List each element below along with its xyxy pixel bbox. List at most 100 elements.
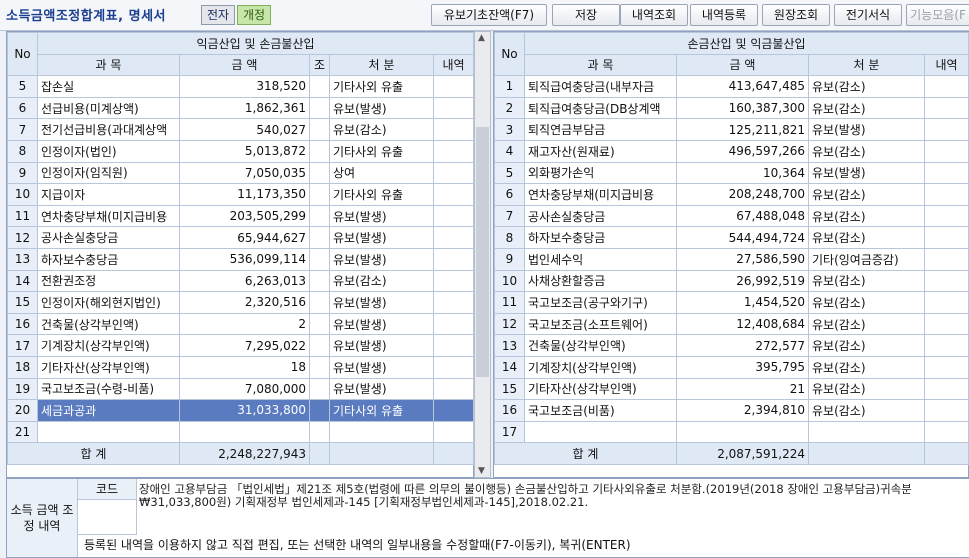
- revised-chip[interactable]: 개정: [237, 5, 272, 25]
- row-number[interactable]: 15: [7, 291, 38, 314]
- row-subject[interactable]: 연차충당부채(미지급비용: [37, 204, 180, 228]
- row-number[interactable]: 17: [7, 334, 38, 357]
- code-field[interactable]: [78, 500, 137, 535]
- row-number[interactable]: 11: [7, 204, 38, 228]
- row-subject[interactable]: 인정이자(임직원): [37, 161, 180, 185]
- row-subject[interactable]: 국고보조금(비품): [524, 399, 677, 422]
- row-subject[interactable]: 재고자산(원재료): [524, 139, 677, 163]
- row-amount[interactable]: 536,099,114: [179, 247, 310, 271]
- row-disposal[interactable]: 유보(발생): [329, 96, 434, 120]
- table-row[interactable]: 10 지급이자 11,173,350 기타사외 유출: [7, 183, 475, 206]
- row-number[interactable]: 2: [494, 96, 525, 120]
- table-row[interactable]: 7 공사손실충당금 67,488,048 유보(감소): [494, 204, 969, 228]
- row-disposal[interactable]: [329, 420, 434, 444]
- row-number[interactable]: 14: [7, 269, 38, 293]
- row-number[interactable]: 5: [494, 161, 525, 185]
- table-row[interactable]: 1 퇴직급여충당금(내부자금 413,647,485 유보(감소): [494, 75, 969, 98]
- row-number[interactable]: 10: [7, 183, 38, 206]
- row-disposal[interactable]: 상여: [329, 161, 434, 185]
- row-amount[interactable]: 1,862,361: [179, 96, 310, 120]
- table-row[interactable]: 11 연차충당부채(미지급비용 203,505,299 유보(발생): [7, 204, 475, 228]
- row-number[interactable]: 6: [494, 183, 525, 206]
- row-amount[interactable]: 540,027: [179, 118, 310, 141]
- row-subject[interactable]: 인정이자(법인): [37, 139, 180, 163]
- row-number[interactable]: 16: [494, 399, 525, 422]
- row-disposal[interactable]: [808, 420, 925, 444]
- detail-view-button[interactable]: 내역조회: [620, 4, 688, 26]
- row-number[interactable]: 17: [494, 420, 525, 444]
- row-subject[interactable]: 기계장치(상각부인액): [524, 355, 677, 379]
- scrollbar-thumb[interactable]: [476, 127, 489, 377]
- electronic-chip[interactable]: 전자: [201, 5, 236, 25]
- row-subject[interactable]: 하자보수충당금: [524, 226, 677, 249]
- row-disposal[interactable]: 기타사외 유출: [329, 399, 434, 422]
- row-amount[interactable]: 160,387,300: [676, 96, 809, 120]
- table-row[interactable]: 12 공사손실충당금 65,944,627 유보(발생): [7, 226, 475, 249]
- row-amount[interactable]: 318,520: [179, 75, 310, 98]
- row-amount[interactable]: 413,647,485: [676, 75, 809, 98]
- row-disposal[interactable]: 유보(발생): [808, 161, 925, 185]
- row-disposal[interactable]: 기타(잉여금증감): [808, 247, 925, 271]
- row-amount[interactable]: 2,394,810: [676, 399, 809, 422]
- detail-description[interactable]: 장애인 고용부담금 「법인세법」제21조 제5호(법령에 따른 의무의 불이행등…: [139, 483, 965, 513]
- row-amount[interactable]: 10,364: [676, 161, 809, 185]
- row-disposal[interactable]: 기타사외 유출: [329, 183, 434, 206]
- row-amount[interactable]: [179, 420, 310, 444]
- row-amount[interactable]: 67,488,048: [676, 204, 809, 228]
- row-number[interactable]: 15: [494, 377, 525, 401]
- prior-form-button[interactable]: 전기서식: [834, 4, 902, 26]
- table-row[interactable]: 14 기계장치(상각부인액) 395,795 유보(감소): [494, 355, 969, 379]
- row-number[interactable]: 14: [494, 355, 525, 379]
- row-disposal[interactable]: 유보(발생): [329, 377, 434, 401]
- row-number[interactable]: 21: [7, 420, 38, 444]
- row-number[interactable]: 16: [7, 312, 38, 336]
- row-number[interactable]: 12: [494, 312, 525, 336]
- row-subject[interactable]: 잡손실: [37, 75, 180, 98]
- row-amount[interactable]: 26,992,519: [676, 269, 809, 293]
- row-amount[interactable]: 21: [676, 377, 809, 401]
- row-disposal[interactable]: 유보(발생): [329, 291, 434, 314]
- row-disposal[interactable]: 유보(발생): [329, 247, 434, 271]
- table-row[interactable]: 6 선급비용(미계상액) 1,862,361 유보(발생): [7, 96, 475, 120]
- table-row[interactable]: 16 국고보조금(비품) 2,394,810 유보(감소): [494, 399, 969, 422]
- row-disposal[interactable]: 유보(발생): [808, 118, 925, 141]
- row-subject[interactable]: 퇴직연금부담금: [524, 118, 677, 141]
- row-subject[interactable]: 건축물(상각부인액): [524, 334, 677, 357]
- scroll-up-icon[interactable]: ▲: [478, 33, 485, 43]
- table-row[interactable]: 13 건축물(상각부인액) 272,577 유보(감소): [494, 334, 969, 357]
- row-subject[interactable]: 외화평가손익: [524, 161, 677, 185]
- table-row[interactable]: 17: [494, 420, 969, 444]
- row-subject[interactable]: 전환권조정: [37, 269, 180, 293]
- save-button[interactable]: 저장: [552, 4, 620, 26]
- row-number[interactable]: 13: [7, 247, 38, 271]
- row-disposal[interactable]: 유보(감소): [808, 312, 925, 336]
- row-disposal[interactable]: 유보(감소): [808, 377, 925, 401]
- row-amount[interactable]: 2,320,516: [179, 291, 310, 314]
- table-row[interactable]: 12 국고보조금(소프트웨어) 12,408,684 유보(감소): [494, 312, 969, 336]
- row-amount[interactable]: 12,408,684: [676, 312, 809, 336]
- row-subject[interactable]: 기타자산(상각부인액): [37, 355, 180, 379]
- row-disposal[interactable]: 유보(감소): [808, 226, 925, 249]
- table-row[interactable]: 9 인정이자(임직원) 7,050,035 상여: [7, 161, 475, 185]
- row-amount[interactable]: 11,173,350: [179, 183, 310, 206]
- row-amount[interactable]: [676, 420, 809, 444]
- reserve-opening-balance-button[interactable]: 유보기초잔액(F7): [431, 4, 547, 26]
- row-number[interactable]: 18: [7, 355, 38, 379]
- row-number[interactable]: 4: [494, 139, 525, 163]
- row-amount[interactable]: 27,586,590: [676, 247, 809, 271]
- row-disposal[interactable]: 유보(감소): [808, 291, 925, 314]
- row-amount[interactable]: 496,597,266: [676, 139, 809, 163]
- row-number[interactable]: 9: [494, 247, 525, 271]
- row-number[interactable]: 19: [7, 377, 38, 401]
- row-amount[interactable]: 395,795: [676, 355, 809, 379]
- left-scrollbar[interactable]: ▲ ▼: [474, 31, 491, 478]
- row-disposal[interactable]: 유보(감소): [329, 269, 434, 293]
- row-disposal[interactable]: 유보(감소): [808, 139, 925, 163]
- row-number[interactable]: 3: [494, 118, 525, 141]
- row-disposal[interactable]: 유보(발생): [329, 334, 434, 357]
- row-disposal[interactable]: 유보(발생): [329, 226, 434, 249]
- table-row[interactable]: 15 기타자산(상각부인액) 21 유보(감소): [494, 377, 969, 401]
- row-amount[interactable]: 544,494,724: [676, 226, 809, 249]
- table-row[interactable]: 17 기계장치(상각부인액) 7,295,022 유보(발생): [7, 334, 475, 357]
- row-disposal[interactable]: 유보(감소): [808, 334, 925, 357]
